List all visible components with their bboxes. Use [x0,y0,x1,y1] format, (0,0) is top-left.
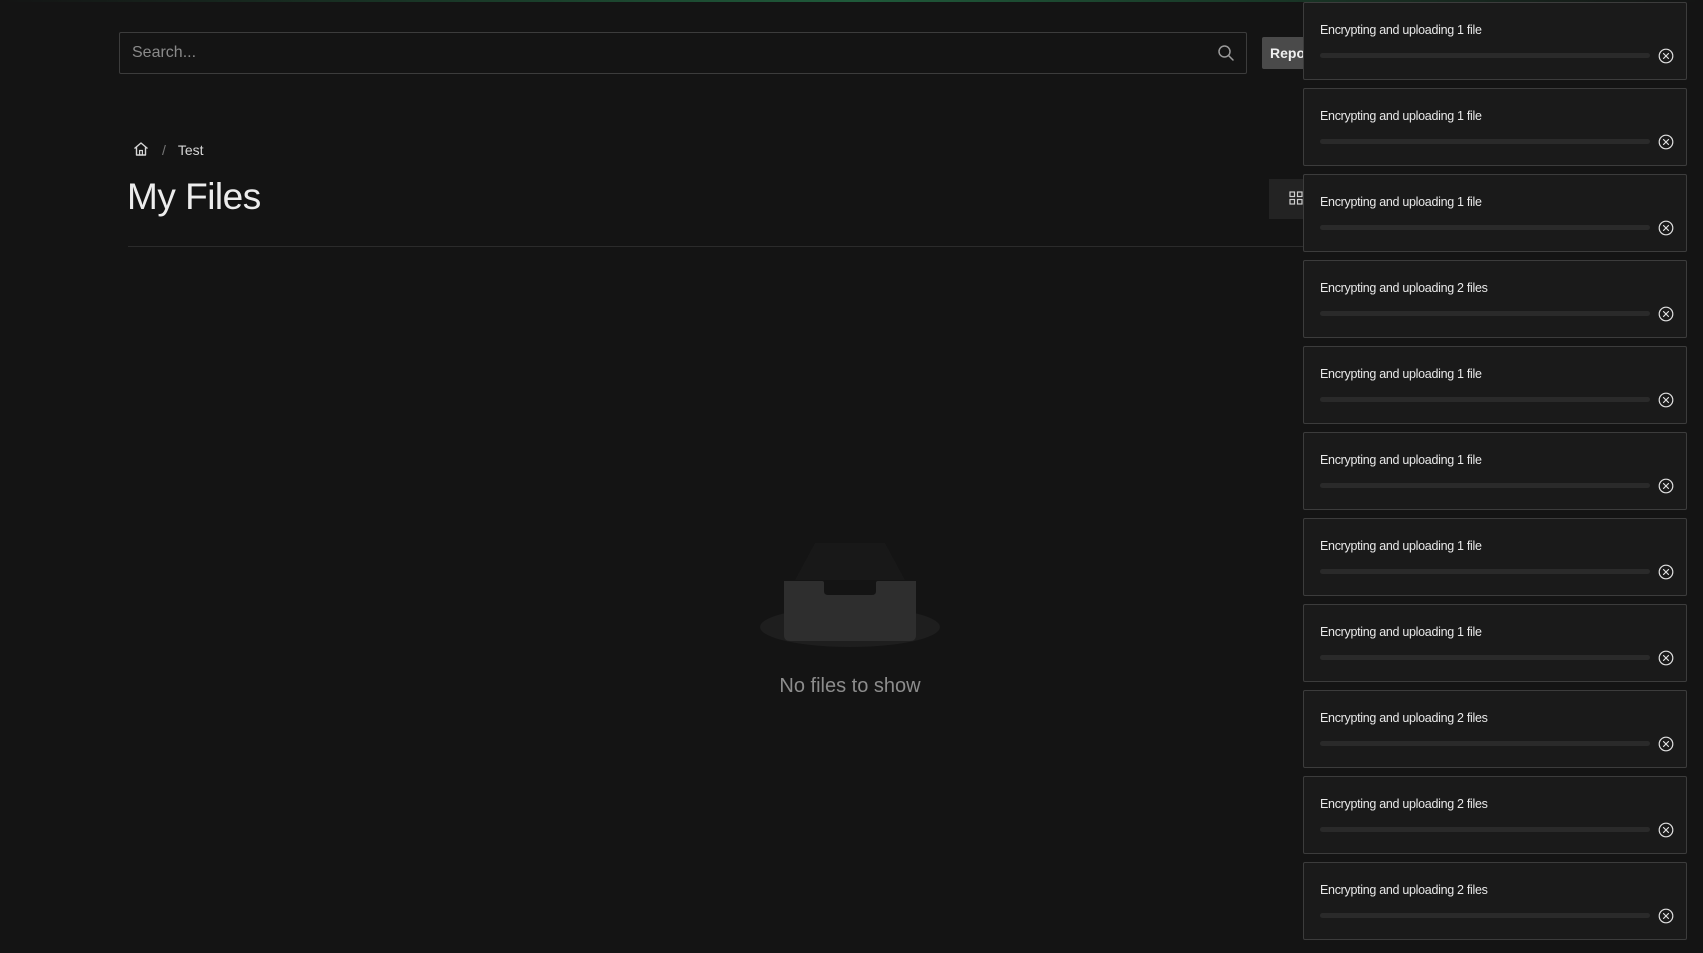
cancel-upload-button[interactable] [1655,475,1677,497]
upload-toast: Encrypting and uploading 1 file [1303,604,1687,682]
upload-toast: Encrypting and uploading 1 file [1303,2,1687,80]
home-icon[interactable] [132,140,150,161]
breadcrumb-separator: / [162,142,166,158]
upload-toast: Encrypting and uploading 1 file [1303,432,1687,510]
upload-toast-label: Encrypting and uploading 2 files [1320,883,1488,897]
empty-inbox-illustration [760,543,940,647]
cancel-upload-button[interactable] [1655,733,1677,755]
upload-progress-bar [1320,827,1650,832]
upload-progress-bar [1320,139,1650,144]
upload-toast-label: Encrypting and uploading 1 file [1320,453,1482,467]
cancel-upload-button[interactable] [1655,45,1677,67]
upload-toast-label: Encrypting and uploading 1 file [1320,367,1482,381]
close-circle-icon [1658,478,1674,494]
upload-progress-bar [1320,397,1650,402]
close-circle-icon [1658,908,1674,924]
upload-toast-label: Encrypting and uploading 1 file [1320,539,1482,553]
upload-toast-stack: Encrypting and uploading 1 file Encryptin… [1303,2,1687,948]
upload-progress-bar [1320,53,1650,58]
app-root: Report / Test My Files [0,0,1703,953]
search-bar [119,32,1247,74]
upload-toast: Encrypting and uploading 1 file [1303,518,1687,596]
cancel-upload-button[interactable] [1655,389,1677,411]
header-divider [128,246,1348,247]
cancel-upload-button[interactable] [1655,217,1677,239]
close-circle-icon [1658,306,1674,322]
close-circle-icon [1658,220,1674,236]
upload-toast-label: Encrypting and uploading 2 files [1320,711,1488,725]
upload-toast-label: Encrypting and uploading 1 file [1320,195,1482,209]
upload-progress-bar [1320,225,1650,230]
empty-state: No files to show [740,535,960,698]
upload-progress-bar [1320,741,1650,746]
grid-icon [1289,190,1303,208]
empty-state-text: No files to show [779,675,921,697]
close-circle-icon [1658,736,1674,752]
upload-toast-label: Encrypting and uploading 2 files [1320,797,1488,811]
page-title: My Files [127,176,261,217]
upload-progress-bar [1320,483,1650,488]
upload-toast: Encrypting and uploading 1 file [1303,346,1687,424]
breadcrumb-item[interactable]: Test [178,142,204,158]
cancel-upload-button[interactable] [1655,561,1677,583]
cancel-upload-button[interactable] [1655,303,1677,325]
search-input[interactable] [120,33,1206,73]
cancel-upload-button[interactable] [1655,819,1677,841]
upload-toast: Encrypting and uploading 2 files [1303,776,1687,854]
upload-toast: Encrypting and uploading 2 files [1303,862,1687,940]
upload-progress-bar [1320,913,1650,918]
close-circle-icon [1658,392,1674,408]
cancel-upload-button[interactable] [1655,131,1677,153]
breadcrumb: / Test [132,138,204,162]
upload-progress-bar [1320,311,1650,316]
upload-progress-bar [1320,569,1650,574]
upload-toast: Encrypting and uploading 2 files [1303,690,1687,768]
close-circle-icon [1658,564,1674,580]
close-circle-icon [1658,134,1674,150]
upload-progress-bar [1320,655,1650,660]
upload-toast: Encrypting and uploading 1 file [1303,88,1687,166]
close-circle-icon [1658,48,1674,64]
search-icon[interactable] [1206,33,1246,73]
close-circle-icon [1658,822,1674,838]
cancel-upload-button[interactable] [1655,905,1677,927]
upload-toast-label: Encrypting and uploading 2 files [1320,281,1488,295]
upload-toast: Encrypting and uploading 1 file [1303,174,1687,252]
upload-toast-label: Encrypting and uploading 1 file [1320,109,1482,123]
upload-toast-label: Encrypting and uploading 1 file [1320,23,1482,37]
upload-toast: Encrypting and uploading 2 files [1303,260,1687,338]
upload-toast-label: Encrypting and uploading 1 file [1320,625,1482,639]
close-circle-icon [1658,650,1674,666]
cancel-upload-button[interactable] [1655,647,1677,669]
